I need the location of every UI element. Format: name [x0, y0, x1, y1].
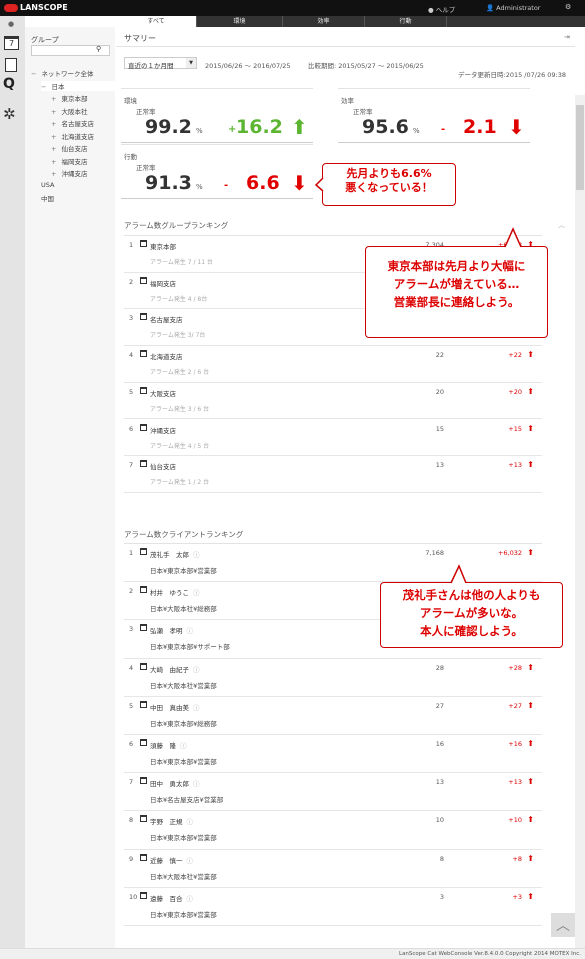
- callout-pointers: [314, 177, 522, 584]
